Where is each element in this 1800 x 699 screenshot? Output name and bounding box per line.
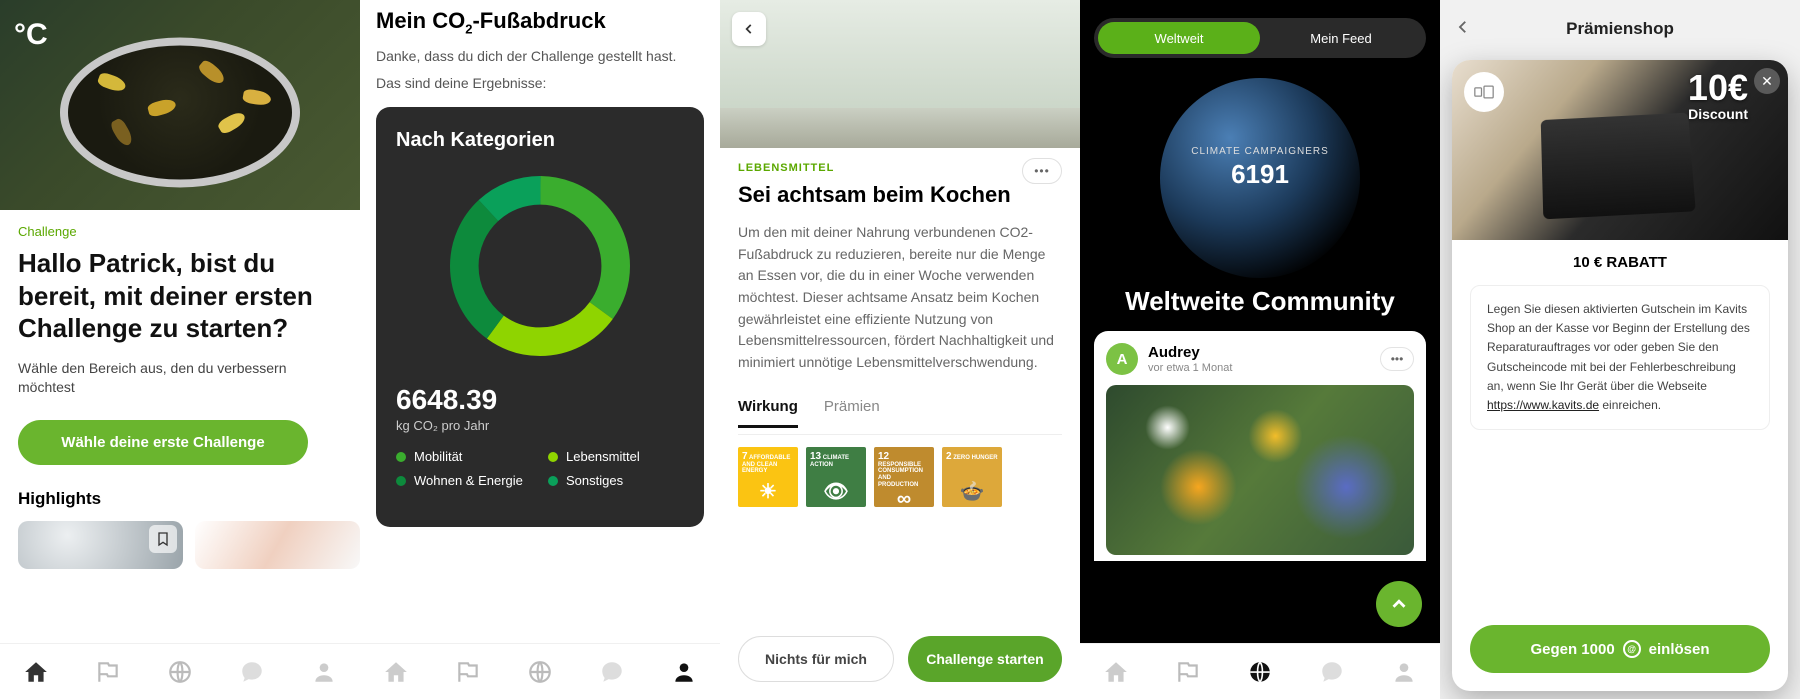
campaigners-count: 6191 [1231, 159, 1289, 190]
nav-chat[interactable] [598, 658, 626, 686]
close-button[interactable]: ✕ [1754, 68, 1780, 94]
bottom-nav [0, 643, 360, 699]
nav-globe[interactable] [166, 658, 194, 686]
start-challenge-button[interactable]: Challenge starten [908, 636, 1062, 682]
toggle-worldwide[interactable]: Weltweit [1098, 22, 1260, 54]
voucher-hero: 10€ Discount ✕ [1452, 60, 1788, 240]
back-button[interactable] [732, 12, 766, 46]
redeem-button[interactable]: Gegen 1000 @ einlösen [1470, 625, 1770, 673]
more-button[interactable]: ••• [1022, 158, 1062, 184]
legend: Mobilität Lebensmittel Wohnen & Energie … [396, 449, 684, 490]
sdg-badges: 7 AFFORDABLE AND CLEAN ENERGY ☀ 13 CLIMA… [738, 447, 1062, 507]
toggle-my-feed[interactable]: Mein Feed [1260, 22, 1422, 54]
highlights-heading: Highlights [0, 465, 360, 509]
footprint-line1: Danke, dass du dich der Challenge gestel… [376, 46, 704, 66]
nav-profile[interactable] [1390, 658, 1418, 686]
discount-amount: 10€ [1688, 70, 1748, 106]
legend-label: Sonstiges [566, 473, 623, 489]
post-author: Audrey [1148, 344, 1370, 361]
voucher-modal: 10€ Discount ✕ 10 € RABATT Legen Sie die… [1452, 60, 1788, 691]
total-value: 6648.39 [396, 384, 684, 416]
sdg-13: 13 CLIMATE ACTION 👁 [806, 447, 866, 507]
footprint-line2: Das sind deine Ergebnisse: [376, 73, 704, 93]
brand-badge [1464, 72, 1504, 112]
legend-label: Mobilität [414, 449, 462, 465]
post-photo [1106, 385, 1414, 555]
nav-profile[interactable] [310, 658, 338, 686]
sdg-2: 2 ZERO HUNGER 🍲 [942, 447, 1002, 507]
nav-profile[interactable] [670, 658, 698, 686]
voucher-link[interactable]: https://www.kavits.de [1487, 398, 1599, 412]
bottom-nav [360, 643, 720, 699]
highlight-card[interactable] [195, 521, 360, 569]
screen-5-praemienshop: Prämienshop 10 € RABATT Legen Sie diesen… [1440, 0, 1800, 699]
categories-card: Nach Kategorien 6648.39 kg CO₂ pro Jahr … [376, 107, 704, 527]
choose-challenge-button[interactable]: Wähle deine erste Challenge [18, 420, 308, 465]
nav-flag[interactable] [1174, 658, 1202, 686]
nav-home[interactable] [22, 658, 50, 686]
action-bar: Nichts für mich Challenge starten [720, 619, 1080, 699]
challenge-desc: Um den mit deiner Nahrung verbundenen CO… [738, 222, 1062, 374]
screen-1-home: °C Challenge Hallo Patrick, bist du bere… [0, 0, 360, 699]
app-logo: °C [14, 18, 48, 52]
nav-chat[interactable] [238, 658, 266, 686]
footprint-title: Mein CO2-Fußabdruck [376, 8, 704, 36]
nav-home[interactable] [1102, 658, 1130, 686]
community-post[interactable]: A Audrey vor etwa 1 Monat ••• [1094, 331, 1426, 561]
tab-wirkung[interactable]: Wirkung [738, 398, 798, 428]
legend-label: Wohnen & Energie [414, 473, 523, 489]
scroll-top-fab[interactable] [1376, 581, 1422, 627]
nav-flag[interactable] [94, 658, 122, 686]
hero-image: °C [0, 0, 360, 210]
nav-globe[interactable] [1246, 658, 1274, 686]
back-button[interactable] [1454, 18, 1472, 41]
screen-4-community: Weltweit Mein Feed CLIMATE CAMPAIGNERS 6… [1080, 0, 1440, 699]
screen-3-challenge-detail: ••• LEBENSMITTEL Sei achtsam beim Kochen… [720, 0, 1080, 699]
tab-praemien[interactable]: Prämien [824, 398, 880, 428]
sdg-12: 12 RESPONSIBLE CONSUMPTION AND PRODUCTIO… [874, 447, 934, 507]
highlight-card[interactable] [18, 521, 183, 569]
voucher-text: Legen Sie diesen aktivierten Gutschein i… [1470, 285, 1770, 430]
nav-flag[interactable] [454, 658, 482, 686]
nav-chat[interactable] [1318, 658, 1346, 686]
screen-2-footprint: Mein CO2-Fußabdruck Danke, dass du dich … [360, 0, 720, 699]
hero-image [720, 0, 1080, 148]
bookmark-button[interactable] [149, 525, 177, 553]
not-for-me-button[interactable]: Nichts für mich [738, 636, 894, 682]
campaigners-label: CLIMATE CAMPAIGNERS [1191, 146, 1329, 157]
shop-title: Prämienshop [1566, 19, 1674, 39]
detail-tabs: Wirkung Prämien [738, 392, 1062, 435]
discount-label: Discount [1688, 106, 1748, 122]
nav-globe[interactable] [526, 658, 554, 686]
card-title: Nach Kategorien [396, 129, 684, 152]
post-time: vor etwa 1 Monat [1148, 362, 1370, 374]
sdg-7: 7 AFFORDABLE AND CLEAN ENERGY ☀ [738, 447, 798, 507]
post-more-button[interactable]: ••• [1380, 347, 1414, 371]
nav-home[interactable] [382, 658, 410, 686]
greeting-sub: Wähle den Bereich aus, den du verbessern… [18, 359, 342, 398]
post-avatar[interactable]: A [1106, 343, 1138, 375]
greeting-title: Hallo Patrick, bist du bereit, mit deine… [18, 247, 342, 345]
donut-chart [440, 166, 640, 366]
earth-visual: CLIMATE CAMPAIGNERS 6191 [1080, 68, 1440, 268]
coin-icon: @ [1623, 640, 1641, 658]
eyebrow: Challenge [18, 224, 342, 239]
community-headline: Weltweite Community [1080, 286, 1440, 317]
legend-label: Lebensmittel [566, 449, 640, 465]
voucher-title: 10 € RABATT [1470, 254, 1770, 271]
feed-toggle: Weltweit Mein Feed [1094, 18, 1426, 58]
total-unit: kg CO₂ pro Jahr [396, 418, 684, 433]
shop-header: Prämienshop [1440, 0, 1800, 58]
challenge-title: Sei achtsam beim Kochen [738, 182, 1062, 208]
bottom-nav [1080, 643, 1440, 699]
category-eyebrow: LEBENSMITTEL [738, 162, 1062, 174]
